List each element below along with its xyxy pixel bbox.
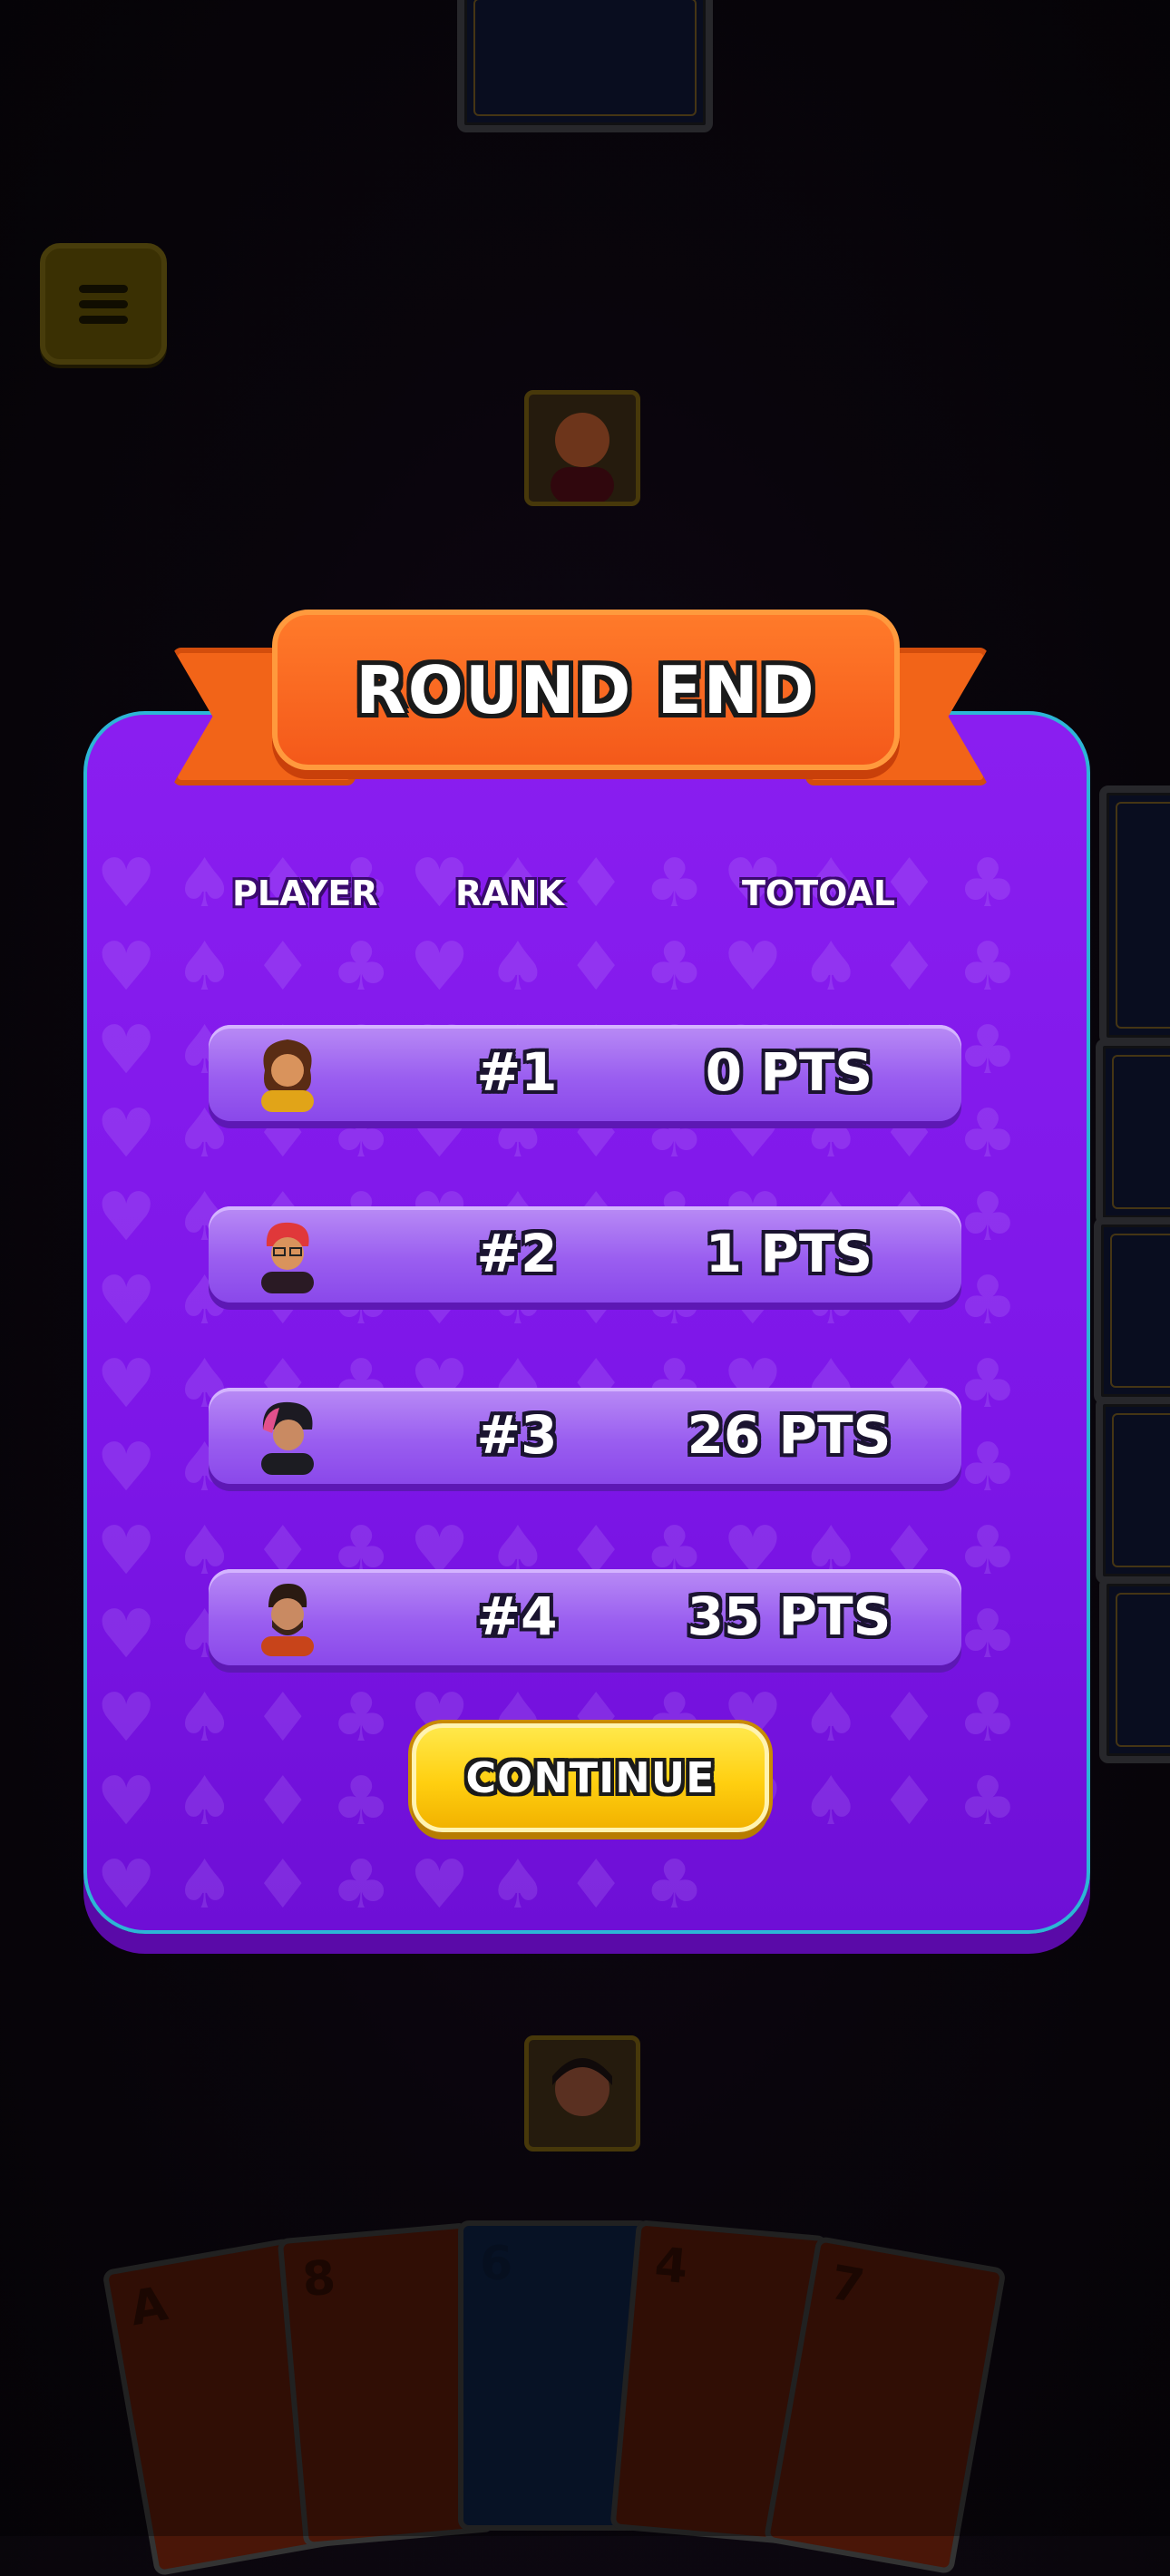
header-rank: RANK	[455, 873, 564, 913]
opponent-top-card	[457, 0, 713, 132]
avatar	[261, 1401, 314, 1475]
table-row: #1 0 PTS	[209, 1025, 961, 1121]
menu-button[interactable]	[40, 243, 167, 365]
round-end-banner: ROUND END	[172, 600, 989, 791]
table-row: #4 35 PTS	[209, 1569, 961, 1665]
hamburger-icon	[79, 278, 128, 331]
rank-value: #4	[476, 1586, 558, 1647]
table-header: PLAYER RANK TOTOAL	[87, 873, 1087, 928]
header-total: TOTOAL	[742, 873, 896, 913]
avatar	[261, 1222, 314, 1293]
opponent-right-card	[1099, 1576, 1170, 1763]
continue-button-label: CONTINUE	[465, 1753, 716, 1802]
opponent-right-card	[1096, 1039, 1170, 1225]
continue-button[interactable]: CONTINUE	[412, 1723, 769, 1832]
rank-value: #1	[476, 1041, 558, 1103]
rank-value: #2	[476, 1223, 558, 1284]
points-value: 0 PTS	[705, 1041, 873, 1103]
table-row: #3 26 PTS	[209, 1388, 961, 1484]
opponent-right-card	[1094, 1217, 1170, 1404]
header-player: PLAYER	[232, 873, 378, 913]
round-end-modal: ♥♠♦♣♥♠♦♣♥♠♦♣♥♠♦♣♥♠♦♣♥♠♦♣♥♠♦♣♥♠♦♣♥♠♦♣♥♠♦♣…	[83, 711, 1090, 1934]
opponent-right-card	[1096, 1397, 1170, 1584]
points-value: 1 PTS	[705, 1223, 873, 1284]
avatar	[261, 1039, 314, 1112]
opponent-top-avatar	[524, 390, 640, 506]
avatar	[261, 1584, 314, 1656]
table-row: #2 1 PTS	[209, 1206, 961, 1303]
points-value: 35 PTS	[687, 1586, 892, 1647]
points-value: 26 PTS	[687, 1404, 892, 1466]
player-bottom-avatar	[524, 2035, 640, 2152]
opponent-right-card	[1099, 785, 1170, 1045]
modal-title: ROUND END	[356, 651, 816, 728]
rank-value: #3	[476, 1404, 558, 1466]
